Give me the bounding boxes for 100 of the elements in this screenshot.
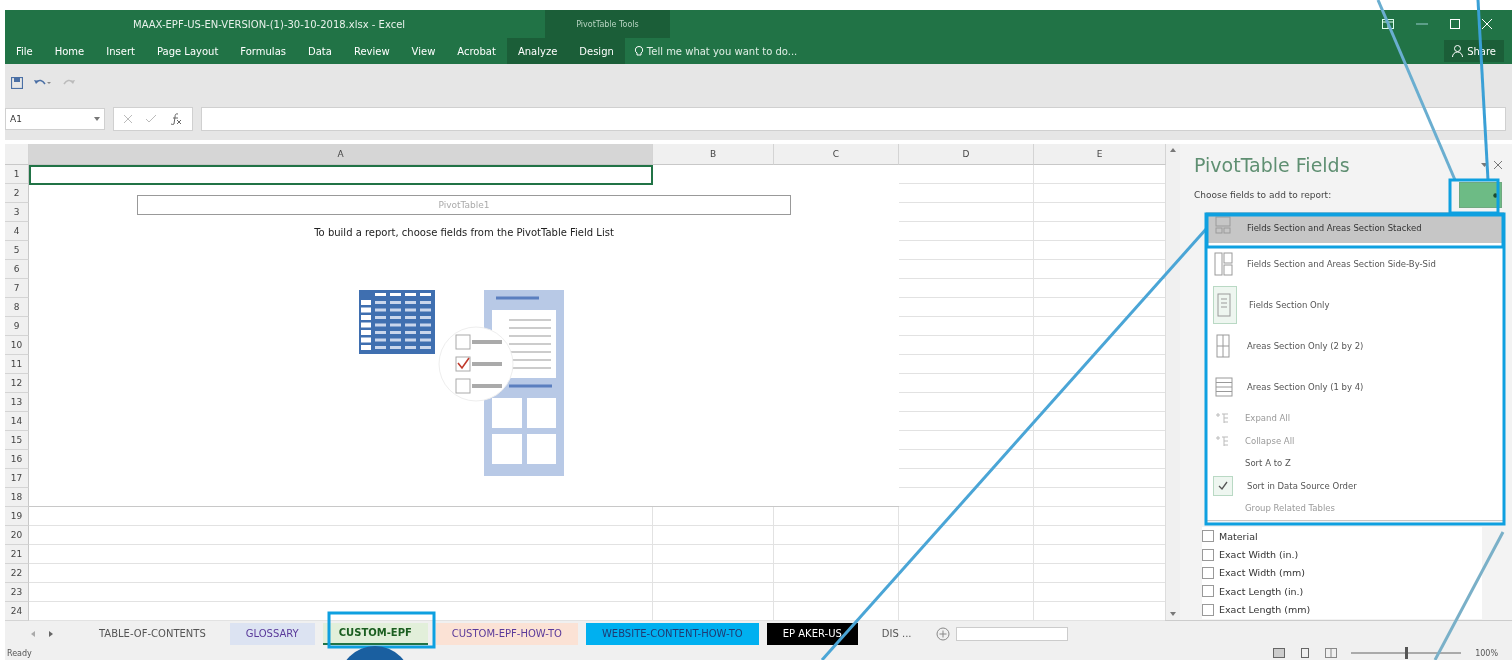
pivot-instruction: To build a report, choose fields from the PivotTable Field List xyxy=(314,227,614,238)
row-header[interactable]: 17 xyxy=(5,469,29,488)
scroll-right-icon[interactable] xyxy=(49,630,53,637)
name-box[interactable]: A1 xyxy=(5,108,105,130)
active-cell[interactable] xyxy=(29,165,653,185)
menu-item[interactable]: Areas Section Only (2 by 2) xyxy=(1207,325,1503,366)
row-header[interactable]: 11 xyxy=(5,355,29,374)
row-header[interactable]: 6 xyxy=(5,260,29,279)
scroll-left-icon[interactable] xyxy=(31,630,35,637)
cell-grid[interactable] xyxy=(899,165,1165,507)
select-all-corner[interactable] xyxy=(5,144,29,165)
horizontal-scrollbar[interactable] xyxy=(955,626,1068,641)
row-header[interactable]: 1 xyxy=(5,165,29,184)
field-checkbox[interactable] xyxy=(1202,530,1214,543)
cancel-icon[interactable] xyxy=(124,115,132,123)
save-icon[interactable] xyxy=(11,77,23,89)
column-header[interactable]: D xyxy=(899,144,1034,165)
row-header[interactable]: 2 xyxy=(5,184,29,203)
sheet-tab[interactable]: DIS ... xyxy=(865,622,928,645)
field-label[interactable]: Material xyxy=(1219,530,1258,542)
row-header[interactable]: 7 xyxy=(5,279,29,298)
sheet-tab[interactable]: CUSTOM-EPF xyxy=(322,622,428,645)
field-label[interactable]: Exact Width (in.) xyxy=(1219,549,1299,561)
row-header[interactable]: 21 xyxy=(5,545,29,564)
page-layout-view-icon[interactable] xyxy=(1299,648,1312,658)
field-label[interactable]: Exact Width (mm) xyxy=(1219,567,1305,579)
ribbon-tab[interactable]: View xyxy=(400,38,447,64)
scroll-up-icon[interactable] xyxy=(1170,148,1176,152)
field-checkbox[interactable] xyxy=(1202,548,1214,561)
ribbon-tab[interactable]: File xyxy=(5,38,44,64)
vertical-scrollbar[interactable] xyxy=(1165,144,1180,620)
row-header[interactable]: 3 xyxy=(5,203,29,222)
menu-item[interactable]: Fields Section Only xyxy=(1207,284,1503,325)
row-header[interactable]: 23 xyxy=(5,583,29,602)
pivot-table-name: PivotTable1 xyxy=(137,195,791,215)
row-header[interactable]: 24 xyxy=(5,602,29,621)
insert-function-icon[interactable] xyxy=(170,113,182,125)
normal-view-icon[interactable] xyxy=(1273,648,1286,658)
tree-icon xyxy=(1215,434,1229,447)
page-break-view-icon[interactable] xyxy=(1325,648,1338,658)
lightbulb-icon xyxy=(634,45,643,57)
scroll-down-icon[interactable] xyxy=(1170,612,1176,616)
sheet-tab[interactable]: TABLE-OF-CONTENTS xyxy=(83,622,222,645)
field-checkbox[interactable] xyxy=(1202,585,1214,598)
row-header[interactable]: 16 xyxy=(5,450,29,469)
column-header[interactable]: C xyxy=(774,144,899,165)
row-header[interactable]: 14 xyxy=(5,412,29,431)
row-header[interactable]: 18 xyxy=(5,488,29,507)
ribbon-tab[interactable]: Insert xyxy=(95,38,146,64)
row-header[interactable]: 9 xyxy=(5,317,29,336)
menu-item[interactable]: Fields Section and Areas Section Side-By-Sid xyxy=(1207,243,1503,284)
field-label[interactable]: Exact Length (in.) xyxy=(1219,585,1304,597)
window-title: MAAX-EPF-US-EN-VERSION-(1)-30-10-2018.xlsx - Excel xyxy=(132,17,407,32)
menu-item[interactable]: Areas Section Only (1 by 4) xyxy=(1207,366,1503,407)
cell-grid[interactable] xyxy=(29,507,1165,621)
field-checkbox[interactable] xyxy=(1202,566,1214,579)
add-sheet-icon[interactable] xyxy=(935,626,950,641)
row-header[interactable]: 5 xyxy=(5,241,29,260)
maximize-icon[interactable] xyxy=(1450,19,1460,29)
row-header[interactable]: 10 xyxy=(5,336,29,355)
person-icon xyxy=(1452,45,1464,57)
pivot-report-area[interactable]: PivotTable1 To build a report, choose fields from the PivotTable Field List xyxy=(29,165,899,507)
field-label[interactable]: Exact Length (mm) xyxy=(1219,604,1311,616)
row-header[interactable]: 12 xyxy=(5,374,29,393)
ribbon-display-icon[interactable] xyxy=(1382,19,1394,29)
ribbon-tab[interactable]: Formulas xyxy=(229,38,297,64)
ribbon-tab[interactable]: Review xyxy=(342,38,401,64)
field-checkbox[interactable] xyxy=(1202,603,1214,616)
row-header[interactable]: 20 xyxy=(5,526,29,545)
formula-input-field[interactable] xyxy=(201,107,1506,131)
sheet-tab[interactable]: EP AKER-US xyxy=(766,622,858,645)
row-header[interactable]: 4 xyxy=(5,222,29,241)
sheet-tab[interactable]: CUSTOM-EPF-HOW-TO xyxy=(435,622,578,645)
zoom-level[interactable]: 100% xyxy=(1475,648,1498,658)
ribbon-tab[interactable]: Acrobat xyxy=(446,38,507,64)
row-header[interactable]: 22 xyxy=(5,564,29,583)
enter-icon[interactable] xyxy=(146,115,156,123)
close-icon[interactable] xyxy=(1494,161,1502,169)
row-header[interactable]: 13 xyxy=(5,393,29,412)
row-header[interactable]: 19 xyxy=(5,507,29,526)
ribbon-tab[interactable]: Analyze xyxy=(506,38,569,64)
pane-title: PivotTable Fields xyxy=(1194,154,1350,176)
pane-subtitle: Choose fields to add to report: xyxy=(1194,190,1332,200)
sheet-tab[interactable]: WEBSITE-CONTENT-HOW-TO xyxy=(585,622,759,645)
status-text: Ready xyxy=(7,648,32,658)
ribbon-tab[interactable]: Page Layout xyxy=(145,38,230,64)
column-header[interactable]: E xyxy=(1034,144,1166,165)
ribbon-tab[interactable]: Data xyxy=(297,38,343,64)
menu-item[interactable]: Sort in Data Source Order xyxy=(1207,474,1503,497)
column-header[interactable]: B xyxy=(653,144,774,165)
tree-icon xyxy=(1215,412,1229,425)
ribbon-tab[interactable]: Home xyxy=(43,38,96,64)
ribbon-tab[interactable]: Design xyxy=(568,38,625,64)
row-header[interactable]: 8 xyxy=(5,298,29,317)
tell-me-field[interactable]: Tell me what you want to do... xyxy=(624,38,798,64)
sheet-tab[interactable]: GLOSSARY xyxy=(229,622,315,645)
rows-layout-icon xyxy=(1214,374,1234,399)
column-header[interactable]: A xyxy=(29,144,653,165)
menu-item[interactable]: Sort A to Z xyxy=(1207,452,1503,475)
row-header[interactable]: 15 xyxy=(5,431,29,450)
